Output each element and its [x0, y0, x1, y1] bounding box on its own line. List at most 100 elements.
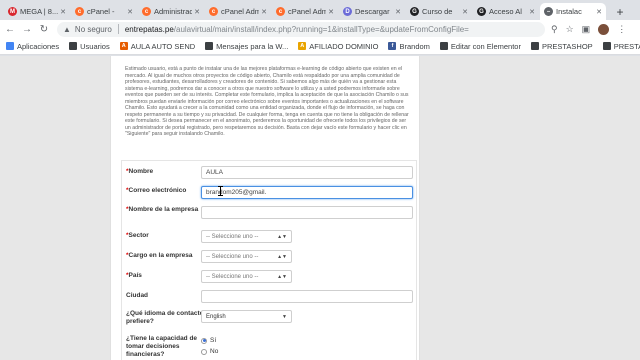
github-icon — [205, 42, 214, 50]
bookmark-item[interactable]: PRESTASHOP — [530, 42, 593, 51]
correo-label: *Correo electrónico — [126, 187, 187, 194]
tab-label: cPanel - — [87, 7, 115, 16]
bookmark-label: Mensajes para la W... — [216, 41, 289, 51]
bookmark-item[interactable]: PRESTASHOP — [602, 42, 640, 51]
tab-label: Curso de — [422, 7, 453, 16]
close-icon[interactable]: ✕ — [261, 8, 267, 16]
download-site-icon: D — [343, 7, 352, 16]
radio-no[interactable]: No — [201, 348, 218, 355]
cpanel-icon: c — [142, 7, 151, 16]
idioma-label: ¿Qué idioma de contacto prefiere? — [126, 310, 204, 325]
close-icon[interactable]: ✕ — [194, 8, 200, 16]
idioma-select[interactable]: English ▼ — [201, 310, 292, 323]
search-icon[interactable]: ⚲ — [551, 24, 558, 35]
tab-1[interactable]: c cPanel - ✕ — [71, 3, 137, 20]
new-tab-icon[interactable]: + — [611, 3, 629, 20]
bookmark-icon: A — [119, 42, 128, 50]
bookmark-item[interactable]: f Brandom — [388, 41, 430, 51]
tab-8[interactable]: – Instalac ✕ — [540, 3, 606, 20]
divider — [117, 24, 119, 34]
menu-icon[interactable]: ⋮ — [617, 24, 626, 35]
ciudad-label: Ciudad — [126, 292, 149, 299]
star-icon[interactable]: ☆ — [566, 24, 574, 35]
radio-empty-icon — [201, 348, 207, 355]
email-field[interactable]: brandom205@gmail. — [201, 186, 413, 199]
tab-5[interactable]: D Descargar ✕ — [339, 3, 405, 20]
tab-4[interactable]: c cPanel Adm ✕ — [272, 3, 338, 20]
apps-grid-icon — [6, 42, 14, 50]
sector-label: *Sector — [126, 232, 149, 239]
close-icon[interactable]: ✕ — [328, 8, 334, 16]
github-icon: G — [410, 7, 419, 16]
close-icon[interactable]: ✕ — [395, 8, 401, 16]
cargo-label: *Cargo en la empresa — [126, 252, 193, 259]
tab-strip: M MEGA | 8... ✕ c cPanel - ✕ c Administrac ✕ c cP… — [0, 0, 640, 20]
page-viewport: Estimado usuario, está a punto de instal… — [0, 56, 640, 360]
caret-updown-icon: ▲▼ — [277, 233, 287, 240]
tab-3[interactable]: c cPanel Adm ✕ — [205, 3, 271, 20]
bookmark-item[interactable]: Mensajes para la W... — [205, 42, 288, 51]
reload-icon[interactable]: ↻ — [37, 22, 51, 36]
cargo-select[interactable]: -- Seleccione uno -- ▲▼ — [201, 250, 292, 263]
tab-label: Administrac — [154, 7, 193, 16]
github-icon — [69, 42, 78, 50]
bookmark-label: Editar con Elementor — [450, 41, 521, 51]
radio-selected-icon — [201, 337, 207, 344]
tab-label: Descargar — [355, 7, 390, 16]
bookmark-item[interactable]: Editar con Elementor — [439, 41, 521, 51]
ciudad-input[interactable] — [201, 290, 413, 303]
tab-label: Instalac — [556, 7, 582, 16]
caret-updown-icon: ▲▼ — [277, 253, 287, 260]
sector-select[interactable]: -- Seleccione uno -- ▲▼ — [201, 230, 292, 243]
empresa-input[interactable] — [201, 206, 413, 219]
close-icon[interactable]: ✕ — [462, 8, 468, 16]
bookmark-label: AFILIADO DOMINIO — [309, 41, 379, 51]
url-host: entrepatas.pe — [124, 24, 174, 34]
forward-icon[interactable]: → — [20, 22, 34, 36]
avatar[interactable] — [598, 23, 610, 35]
github-icon: G — [477, 7, 486, 16]
cpanel-icon: c — [276, 7, 285, 16]
cpanel-icon: c — [209, 7, 218, 16]
bookmark-item[interactable]: A AFILIADO DOMINIO — [298, 42, 378, 51]
close-icon[interactable]: ✕ — [529, 8, 535, 16]
tab-7[interactable]: G Acceso Al ✕ — [473, 3, 539, 20]
github-icon — [439, 42, 448, 50]
tab-0[interactable]: M MEGA | 8... ✕ — [4, 3, 70, 20]
install-page: Estimado usuario, está a punto de instal… — [110, 56, 420, 360]
bookmark-label: Usuarios — [80, 41, 110, 51]
address-bar[interactable]: ▲ No seguro entrepatas.pe/aulavirtual/ma… — [57, 21, 545, 37]
tab-label: cPanel Adm — [288, 7, 327, 16]
github-icon — [602, 42, 611, 50]
radio-si[interactable]: Sí — [201, 337, 216, 344]
extension-icon[interactable]: ▣ — [582, 24, 591, 35]
bookmark-item[interactable]: A AULA AUTO SEND — [119, 42, 195, 51]
intro-text: Estimado usuario, está a punto de instal… — [125, 66, 409, 137]
close-icon[interactable]: ✕ — [596, 8, 602, 16]
bookmark-item[interactable]: Usuarios — [69, 42, 110, 51]
nombre-input[interactable]: AULA — [201, 166, 413, 179]
tab-2[interactable]: c Administrac ✕ — [138, 3, 204, 20]
tab-6[interactable]: G Curso de ✕ — [406, 3, 472, 20]
browser-toolbar: ← → ↻ ▲ No seguro entrepatas.pe/aulavirt… — [0, 20, 640, 38]
chamilo-icon: – — [544, 7, 553, 16]
decision-label: ¿Tiene la capacidad de tomar decisiones … — [126, 335, 198, 358]
tab-label: cPanel Adm — [221, 7, 260, 16]
back-icon[interactable]: ← — [3, 22, 17, 36]
chevron-down-icon: ▼ — [282, 313, 287, 320]
github-icon — [530, 42, 539, 50]
bookmark-label: Aplicaciones — [17, 41, 60, 51]
bookmark-label: Brandom — [399, 41, 430, 51]
close-icon[interactable]: ✕ — [60, 8, 66, 16]
bookmarks-bar: Aplicaciones Usuarios A AULA AUTO SEND Mensa… — [0, 38, 640, 55]
cpanel-icon: c — [75, 7, 84, 16]
bookmark-item[interactable]: Aplicaciones — [6, 42, 59, 51]
pais-select[interactable]: -- Seleccione uno -- ▲▼ — [201, 270, 292, 283]
close-icon[interactable]: ✕ — [127, 8, 133, 16]
mega-icon: M — [8, 7, 17, 16]
pais-label: *País — [126, 272, 142, 279]
not-secure-label: No seguro — [74, 24, 112, 34]
text-cursor-icon — [218, 186, 224, 196]
empresa-label: *Nombre de la empresa — [126, 206, 199, 213]
caret-updown-icon: ▲▼ — [277, 273, 287, 280]
